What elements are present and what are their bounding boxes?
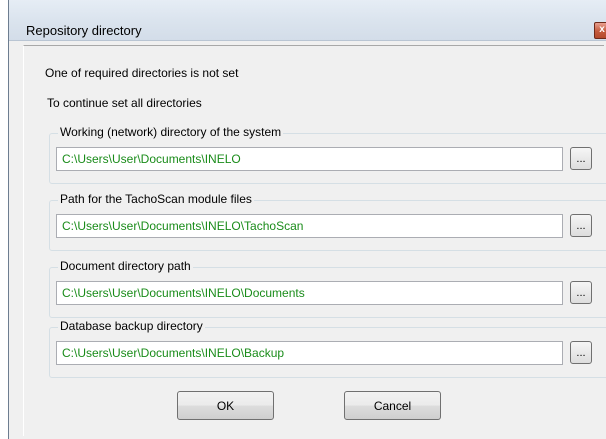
close-button[interactable]: x [594, 22, 606, 39]
working-directory-input[interactable] [56, 147, 563, 171]
ok-button[interactable]: OK [177, 391, 274, 420]
group-label-backup-directory: Database backup directory [58, 319, 205, 333]
group-label-document-directory: Document directory path [58, 259, 193, 273]
group-label-tachoscan-path: Path for the TachoScan module files [58, 192, 254, 206]
browse-tachoscan-path-button[interactable]: ... [570, 214, 592, 237]
dialog-content: One of required directories is not set T… [23, 45, 606, 436]
dialog-window: Repository directory x One of required d… [8, 0, 606, 439]
group-working-directory: Working (network) directory of the syste… [49, 125, 606, 184]
title-bar[interactable]: Repository directory x [9, 0, 606, 41]
document-directory-input[interactable] [56, 281, 563, 305]
backup-directory-input[interactable] [56, 341, 563, 365]
instruction-message: To continue set all directories [47, 96, 202, 110]
group-tachoscan-path: Path for the TachoScan module files ... [49, 192, 606, 251]
tachoscan-path-input[interactable] [56, 214, 563, 238]
group-label-working-directory: Working (network) directory of the syste… [58, 125, 284, 139]
group-backup-directory: Database backup directory ... [49, 319, 606, 378]
group-document-directory: Document directory path ... [49, 259, 606, 318]
close-icon: x [599, 24, 605, 35]
browse-working-directory-button[interactable]: ... [570, 147, 592, 170]
browse-backup-directory-button[interactable]: ... [570, 341, 592, 364]
error-message: One of required directories is not set [45, 66, 239, 80]
browse-document-directory-button[interactable]: ... [570, 281, 592, 304]
window-title: Repository directory [26, 23, 142, 38]
cancel-button[interactable]: Cancel [344, 391, 441, 420]
